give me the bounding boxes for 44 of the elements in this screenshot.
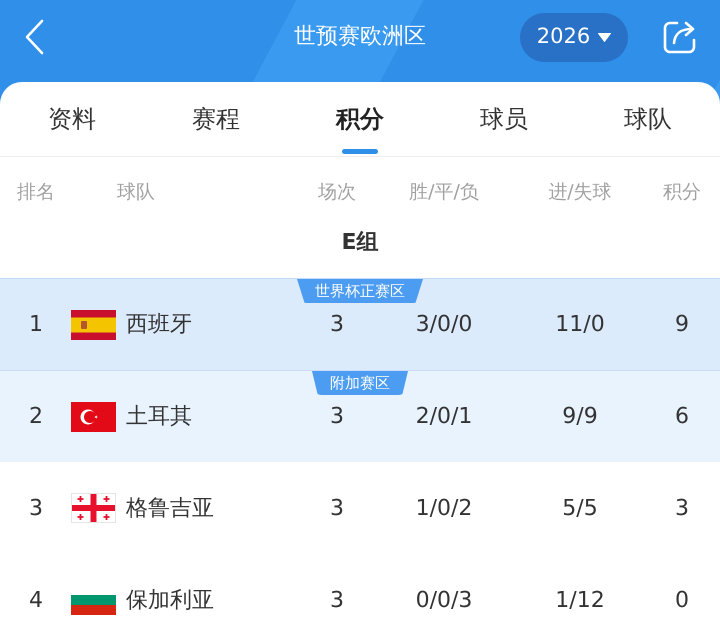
page-title: 世预赛欧洲区: [294, 23, 426, 51]
win-draw-loss: 2/0/1: [414, 403, 474, 431]
tab[interactable]: 球队: [576, 82, 720, 156]
column-header: 进/失球: [547, 180, 613, 205]
zone-badge: 附加赛区: [312, 371, 408, 395]
team-name: 保加利亚: [126, 586, 214, 614]
rank-number: 4: [28, 586, 44, 614]
goals-for-against: 9/9: [561, 403, 599, 431]
points-value: 3: [674, 494, 690, 522]
rank-number: 2: [28, 403, 44, 431]
played-count: 3: [329, 586, 345, 614]
played-count: 3: [329, 494, 345, 522]
caret-down-icon: [598, 32, 612, 42]
column-header: 积分: [662, 180, 702, 205]
goals-for-against: 1/12: [554, 586, 606, 614]
played-count: 3: [329, 311, 345, 339]
win-draw-loss: 1/0/2: [414, 494, 474, 522]
active-tab-indicator: [342, 149, 378, 154]
tab[interactable]: 赛程: [144, 82, 288, 156]
played-count: 3: [329, 403, 345, 431]
goals-for-against: 5/5: [561, 494, 599, 522]
column-header: 排名: [16, 180, 56, 205]
rank-number: 3: [28, 494, 44, 522]
season-dropdown[interactable]: 2026: [520, 12, 628, 62]
column-header: 球队: [116, 180, 156, 205]
win-draw-loss: 3/0/0: [414, 311, 474, 339]
tab[interactable]: 积分: [288, 82, 432, 156]
share-icon: [662, 19, 698, 55]
column-header: 胜/平/负: [408, 180, 480, 205]
tab[interactable]: 资料: [0, 82, 144, 156]
points-value: 0: [674, 586, 690, 614]
rank-number: 1: [28, 311, 44, 339]
group-title: E组: [341, 230, 379, 257]
tab[interactable]: 球员: [432, 82, 576, 156]
win-draw-loss: 0/0/3: [414, 586, 474, 614]
goals-for-against: 11/0: [554, 311, 606, 339]
points-value: 9: [674, 311, 690, 339]
team-name: 土耳其: [126, 403, 192, 431]
team-name: 格鲁吉亚: [126, 494, 214, 522]
zone-badge: 世界杯正赛区: [297, 279, 423, 303]
back-icon: [24, 19, 44, 55]
points-value: 6: [674, 403, 690, 431]
team-name: 西班牙: [126, 311, 192, 339]
column-header: 场次: [317, 180, 357, 205]
